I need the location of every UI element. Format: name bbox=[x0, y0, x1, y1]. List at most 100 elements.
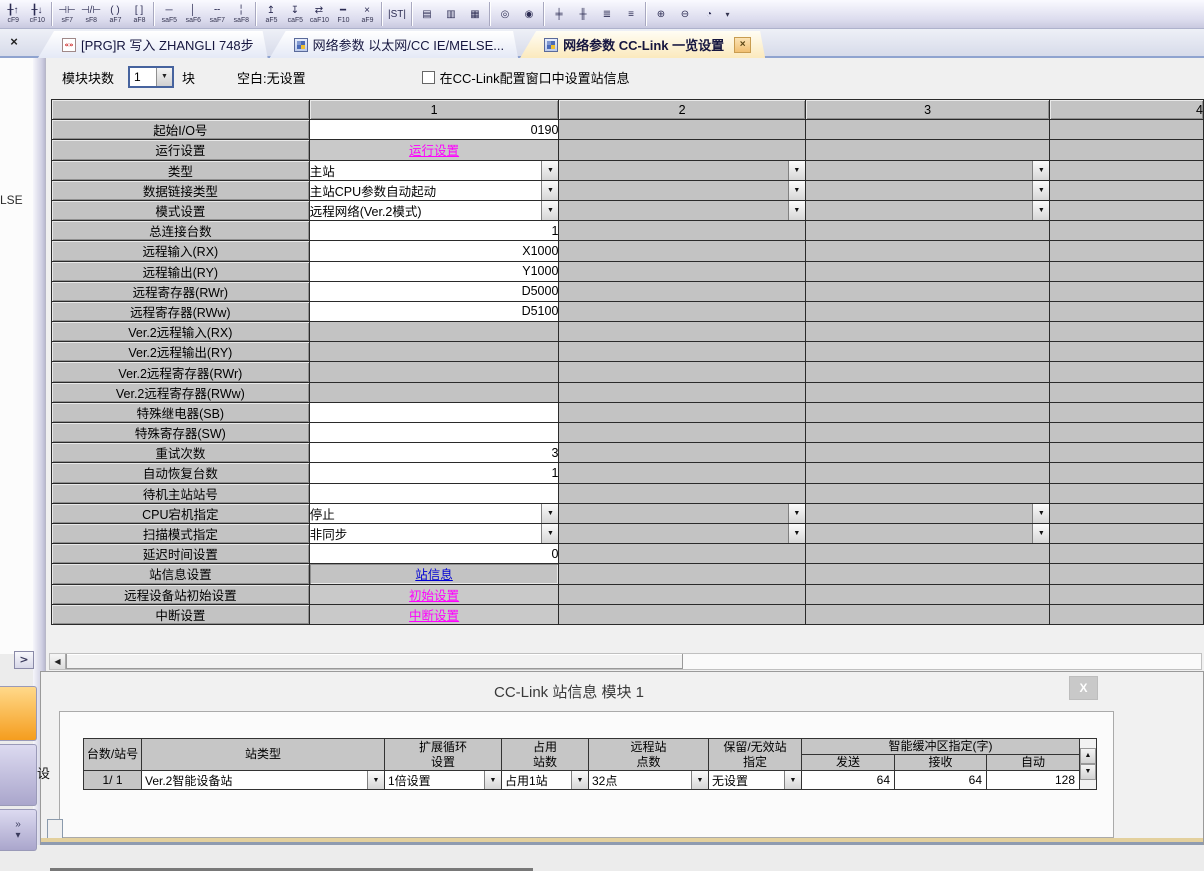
cell-mode-setting-3[interactable]: ▼ bbox=[805, 200, 1049, 220]
chevron-down-icon[interactable]: ▼ bbox=[784, 771, 801, 789]
chevron-down-icon[interactable]: ▼ bbox=[1032, 201, 1049, 220]
close-icon[interactable]: × bbox=[6, 34, 22, 50]
horizontal-scrollbar[interactable]: ◀ bbox=[49, 653, 1202, 670]
chevron-down-icon[interactable]: ▼ bbox=[1032, 181, 1049, 200]
chevron-down-icon[interactable]: ▼ bbox=[541, 524, 558, 543]
close-branch-button[interactable]: ⊣/⊢sF8 bbox=[79, 1, 103, 27]
cell-total-connect-count-1[interactable]: 1 bbox=[309, 221, 559, 241]
pulse-falling-contact-button[interactable]: ╂↓cF10 bbox=[25, 1, 49, 27]
cell-type-1[interactable]: 主站▼ bbox=[309, 160, 559, 180]
chevron-down-icon[interactable]: ▼ bbox=[788, 181, 805, 200]
cell-occupied-stations[interactable]: 占用1站▼ bbox=[502, 771, 589, 790]
coil-button[interactable]: ( )aF7 bbox=[103, 1, 127, 27]
chevron-down-icon[interactable]: ▼ bbox=[571, 771, 588, 789]
operation-setting-link[interactable]: 运行设置 bbox=[409, 144, 459, 158]
cell-delay-time-1[interactable]: 0 bbox=[309, 544, 559, 564]
tab-cclink-setting[interactable]: 网络参数 CC-Link 一览设置× bbox=[520, 31, 765, 58]
chevron-down-icon[interactable]: ▼ bbox=[1032, 504, 1049, 523]
chevron-down-icon[interactable]: ▼ bbox=[541, 181, 558, 200]
cell-scan-mode-2[interactable]: ▼ bbox=[559, 523, 805, 543]
cell-buffer-auto[interactable]: 128 bbox=[987, 771, 1080, 790]
scroll-up-icon[interactable]: ▲ bbox=[1080, 748, 1096, 764]
cell-data-link-type-2[interactable]: ▼ bbox=[559, 180, 805, 200]
delete-row-button[interactable]: ▦ bbox=[463, 1, 487, 27]
cell-remote-register-rwr-1[interactable]: D5000 bbox=[309, 281, 559, 301]
chevron-down-icon[interactable]: ▼ bbox=[541, 504, 558, 523]
vertical-line-delete-button[interactable]: ╎saF8 bbox=[229, 1, 253, 27]
cell-station-type[interactable]: Ver.2智能设备站▼ bbox=[142, 771, 385, 790]
docked-toolbar-button[interactable] bbox=[0, 744, 37, 806]
cell-cpu-down-select-2[interactable]: ▼ bbox=[559, 503, 805, 523]
tab-close-icon[interactable]: × bbox=[734, 37, 751, 53]
cell-auto-reconnect-count-1[interactable]: 1 bbox=[309, 463, 559, 483]
open-branch-button[interactable]: ⊣⊢sF7 bbox=[55, 1, 79, 27]
cell-mode-setting-1[interactable]: 远程网络(Ver.2模式)▼ bbox=[309, 200, 559, 220]
insert-row-button[interactable]: ▥ bbox=[439, 1, 463, 27]
chevron-down-icon[interactable]: ▼ bbox=[691, 771, 708, 789]
device-display-button[interactable]: ╪ bbox=[547, 1, 571, 27]
cell-type-2[interactable]: ▼ bbox=[559, 160, 805, 180]
edge-down-button[interactable]: ↧caF5 bbox=[283, 1, 307, 27]
note-display-button[interactable]: ≡ bbox=[619, 1, 643, 27]
cell-cpu-down-select-3[interactable]: ▼ bbox=[805, 503, 1049, 523]
delete-line-button[interactable]: ×aF9 bbox=[355, 1, 379, 27]
cell-remote-points[interactable]: 32点▼ bbox=[589, 771, 709, 790]
chevron-down-icon[interactable]: ▼ bbox=[156, 68, 172, 86]
cell-special-relay-sb-1[interactable] bbox=[309, 402, 559, 422]
invert-result-button[interactable]: ⇄caF10 bbox=[307, 1, 331, 27]
monitor-button[interactable]: ◔ bbox=[697, 1, 721, 27]
expand-chevron-icon[interactable]: > bbox=[14, 651, 34, 669]
cell-mode-setting-2[interactable]: ▼ bbox=[559, 200, 805, 220]
edit-statement-button[interactable]: ▤ bbox=[415, 1, 439, 27]
dialog-close-button[interactable]: X bbox=[1069, 676, 1098, 700]
zoom-in-button[interactable]: ⊕ bbox=[649, 1, 673, 27]
chevron-down-icon[interactable]: ▼ bbox=[788, 524, 805, 543]
cell-retry-count-1[interactable]: 3 bbox=[309, 443, 559, 463]
tab-network-param[interactable]: 网络参数 以太网/CC IE/MELSE... bbox=[270, 31, 518, 58]
cell-reserve-invalid[interactable]: 无设置▼ bbox=[709, 771, 802, 790]
interrupt-setting-link[interactable]: 中断设置 bbox=[409, 609, 459, 623]
station-info-checkbox[interactable] bbox=[422, 71, 435, 84]
cell-scan-mode-3[interactable]: ▼ bbox=[805, 523, 1049, 543]
chevron-down-icon[interactable]: ▼ bbox=[484, 771, 501, 789]
statement-display-button[interactable]: ≣ bbox=[595, 1, 619, 27]
cell-special-register-sw-1[interactable] bbox=[309, 423, 559, 443]
draw-line-button[interactable]: ━F10 bbox=[331, 1, 355, 27]
cell-data-link-type-3[interactable]: ▼ bbox=[805, 180, 1049, 200]
scroll-down-icon[interactable]: ▼ bbox=[1080, 764, 1096, 780]
module-count-select[interactable]: 1 ▼ bbox=[128, 66, 174, 88]
cell-type-3[interactable]: ▼ bbox=[805, 160, 1049, 180]
chevron-down-icon[interactable]: ▼ bbox=[1032, 524, 1049, 543]
tab-program[interactable]: [PRG]R 写入 ZHANGLI 748步 bbox=[38, 31, 268, 58]
cell-remote-input-rx-1[interactable]: X1000 bbox=[309, 241, 559, 261]
chevron-down-icon[interactable]: ▼ bbox=[541, 201, 558, 220]
zoom-out-button[interactable]: ⊖ bbox=[673, 1, 697, 27]
cell-remote-output-ry-1[interactable]: Y1000 bbox=[309, 261, 559, 281]
chevron-down-icon[interactable]: ▼ bbox=[788, 504, 805, 523]
horizontal-line-delete-button[interactable]: ╌saF7 bbox=[205, 1, 229, 27]
toolbar-overflow-icon[interactable]: ▾ bbox=[721, 1, 734, 27]
chevron-down-icon[interactable]: ▼ bbox=[367, 771, 384, 789]
partial-button-fragment[interactable] bbox=[47, 819, 63, 839]
find-next-button[interactable]: ◉ bbox=[517, 1, 541, 27]
find-previous-button[interactable]: ◎ bbox=[493, 1, 517, 27]
cell-remote-register-rww-1[interactable]: D5100 bbox=[309, 301, 559, 321]
docked-toolbar-button-active[interactable] bbox=[0, 686, 37, 741]
docked-toolbar-overflow-button[interactable]: » ▾ bbox=[0, 809, 37, 851]
remote-device-init-setting-link[interactable]: 初始设置 bbox=[409, 589, 459, 603]
station-info-setting-link[interactable]: 站信息 bbox=[415, 568, 453, 582]
pulse-rising-contact-button[interactable]: ╂↑cF9 bbox=[1, 1, 25, 27]
cell-buffer-send[interactable]: 64 bbox=[802, 771, 895, 790]
cell-buffer-receive[interactable]: 64 bbox=[895, 771, 987, 790]
vertical-line-button[interactable]: │saF6 bbox=[181, 1, 205, 27]
cell-data-link-type-1[interactable]: 主站CPU参数自动起动▼ bbox=[309, 180, 559, 200]
scroll-left-icon[interactable]: ◀ bbox=[50, 654, 66, 669]
cell-start-io-no-1[interactable]: 0190 bbox=[309, 120, 559, 140]
statement-button[interactable]: |ST| bbox=[385, 1, 409, 27]
horizontal-scrollbar-thumb[interactable] bbox=[66, 654, 683, 669]
cell-standby-master-no-1[interactable] bbox=[309, 483, 559, 503]
chevron-down-icon[interactable]: ▼ bbox=[788, 201, 805, 220]
chevron-down-icon[interactable]: ▼ bbox=[788, 161, 805, 180]
cell-scan-mode-1[interactable]: 非同步▼ bbox=[309, 523, 559, 543]
comment-display-button[interactable]: ╫ bbox=[571, 1, 595, 27]
